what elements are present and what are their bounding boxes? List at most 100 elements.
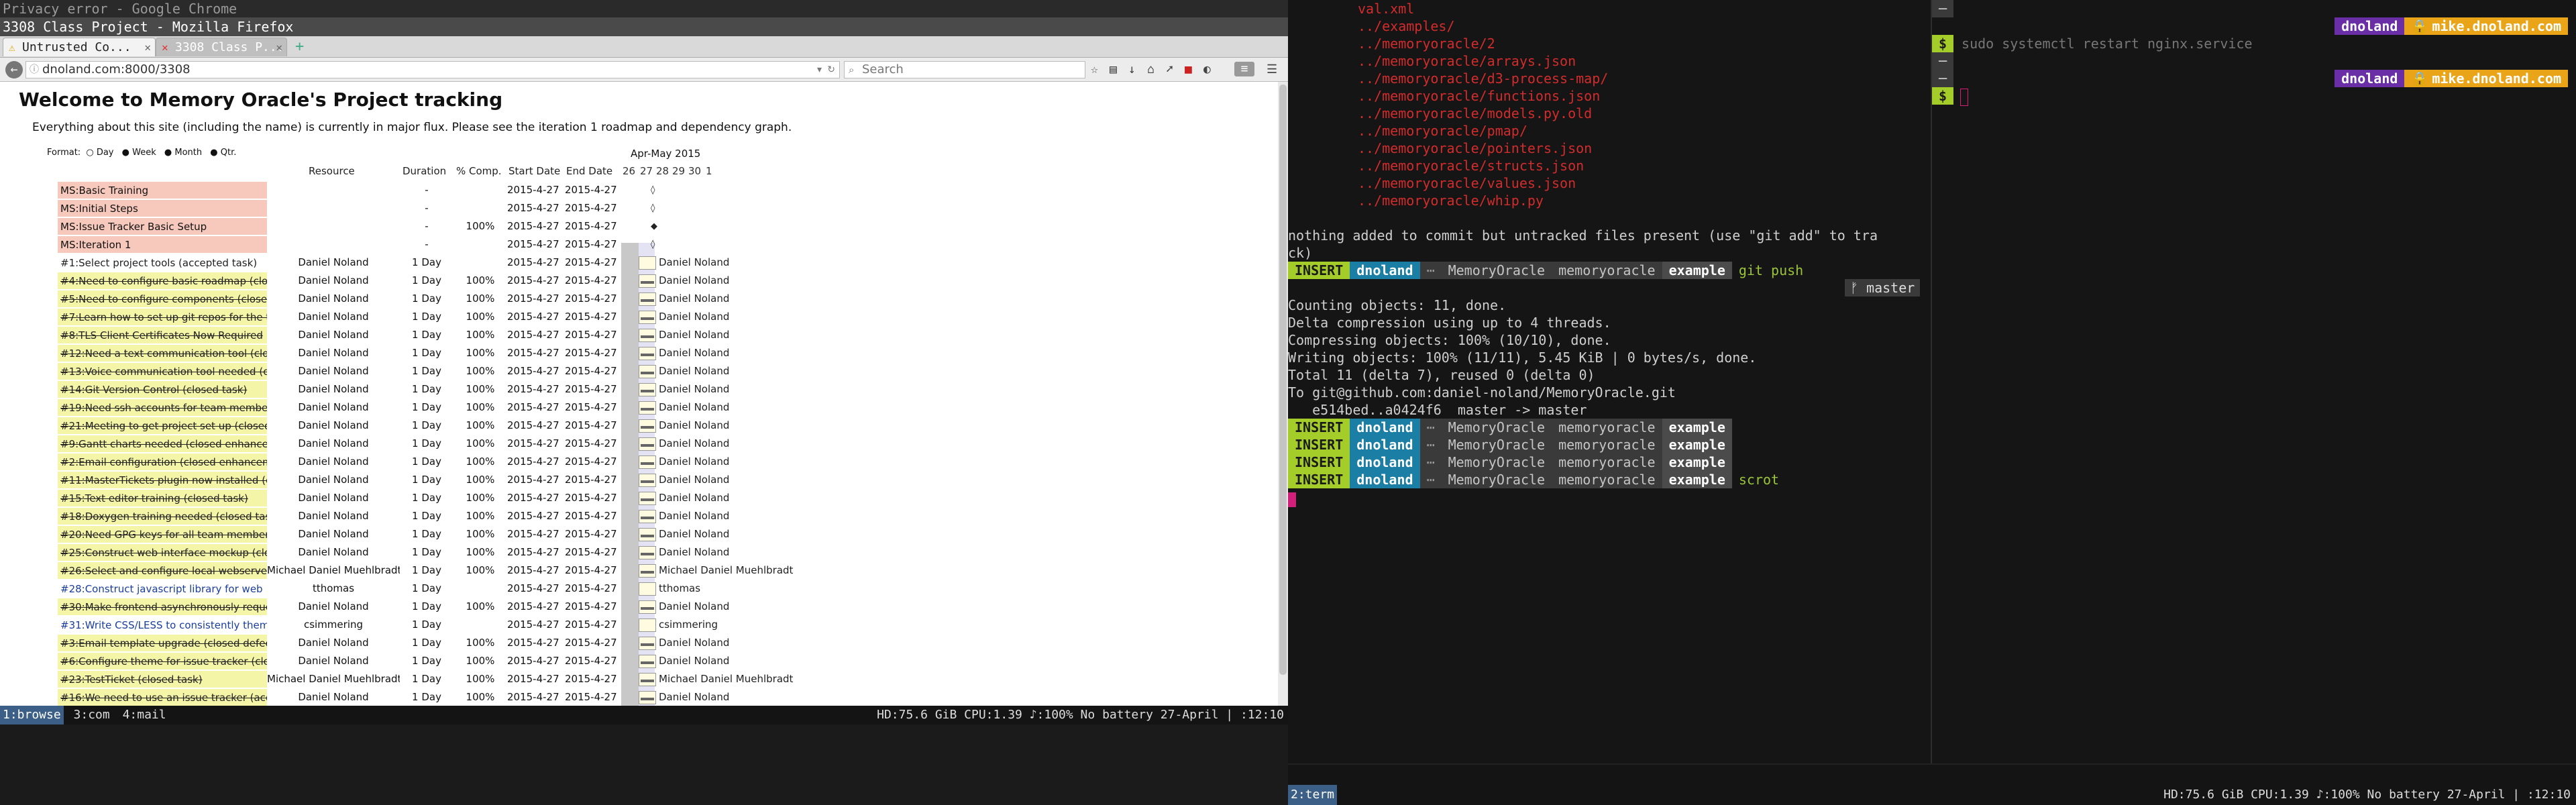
download-icon[interactable]: ↓ xyxy=(1128,63,1136,76)
system-info: HD:75.6 GiB CPU:1.39 ♪:100% No battery 2… xyxy=(877,708,1284,722)
workspace-tag-browse[interactable]: 1:browse xyxy=(0,706,64,724)
dropdown-icon[interactable]: ▾ xyxy=(817,62,822,78)
task-link[interactable]: #20:Need GPG keys for all team members xyxy=(58,526,267,543)
task-link[interactable]: #19:Need ssh accounts for team members xyxy=(58,399,267,416)
gantt-bar[interactable] xyxy=(639,637,656,650)
task-link[interactable]: #28:Construct javascript library for web xyxy=(58,580,267,597)
new-tab-icon[interactable]: + xyxy=(295,38,304,56)
url-bar[interactable]: ⓘ dnoland.com:8000/3308 ▾ ↻ xyxy=(25,61,840,78)
gantt-bar-label: Daniel Noland xyxy=(659,329,730,341)
overflow-icon[interactable]: ☰ xyxy=(1267,63,1277,76)
gantt-bar[interactable] xyxy=(639,256,656,270)
workspace-tag-com[interactable]: 3:com xyxy=(71,706,113,724)
duration-cell: - xyxy=(425,238,429,250)
bookmark-star-icon[interactable]: ☆ xyxy=(1091,63,1098,76)
format-week-radio[interactable]: ● Week xyxy=(122,148,159,158)
task-row: #15:Text editor training (closed task) Da… xyxy=(0,489,751,507)
gantt-bar[interactable] xyxy=(639,365,656,378)
format-month-radio[interactable]: ● Month xyxy=(164,148,205,158)
gantt-bar[interactable] xyxy=(639,474,656,487)
format-week-label: Week xyxy=(132,148,156,158)
close-tab-icon[interactable]: ✕ xyxy=(276,38,282,56)
workspace-tag-term[interactable]: 2:term xyxy=(1288,785,1338,805)
page-content: Welcome to Memory Oracle's Project track… xyxy=(0,82,1278,706)
scroll-thumb[interactable] xyxy=(1279,85,1287,675)
task-link[interactable]: #25:Construct web interface mockup (clos… xyxy=(58,544,267,561)
duration-cell: - xyxy=(425,184,429,196)
format-qtr-radio[interactable]: ● Qtr. xyxy=(210,148,239,158)
gantt-bar-label: Daniel Noland xyxy=(659,256,730,268)
gantt-bar[interactable] xyxy=(639,347,656,360)
task-link[interactable]: #13:Voice communication tool needed (clo… xyxy=(58,363,267,380)
task-link[interactable]: #30:Make frontend asynchronously request xyxy=(58,598,267,615)
start-date-cell: 2015-4-27 xyxy=(507,637,559,649)
task-link[interactable]: #23:TestTicket (closed task) xyxy=(58,671,267,688)
task-link[interactable]: #4:Need to configure basic roadmap (clos… xyxy=(58,272,267,289)
gantt-bar[interactable] xyxy=(639,582,656,596)
task-link[interactable]: #8:TLS Client Certificates Now Required xyxy=(58,327,267,343)
back-arrow-icon[interactable]: ← xyxy=(5,61,23,78)
gantt-bar[interactable] xyxy=(639,691,656,704)
task-link[interactable]: #12:Need a text communication tool (clos… xyxy=(58,345,267,362)
ellipsis-segment: ⋯ xyxy=(1419,471,1442,488)
task-link[interactable]: #5:Need to configure components (closed … xyxy=(58,290,267,307)
task-link[interactable]: #2:Email configuration (closed enhanceme… xyxy=(58,453,267,470)
reading-list-icon[interactable]: ▤ xyxy=(1110,63,1117,76)
home-icon[interactable]: ⌂ xyxy=(1147,63,1155,76)
task-link[interactable]: #16:We need to use an issue tracker (acc… xyxy=(58,689,267,706)
task-link[interactable]: MS:Issue Tracker Basic Setup xyxy=(58,218,267,235)
gantt-bar[interactable] xyxy=(639,564,656,578)
page-scrollbar[interactable] xyxy=(1278,82,1288,706)
gantt-bar[interactable] xyxy=(639,600,656,614)
gantt-bar[interactable] xyxy=(639,437,656,451)
task-link[interactable]: #11:MasterTickets plugin now installed (… xyxy=(58,472,267,488)
task-link[interactable]: MS:Iteration 1 xyxy=(58,236,267,253)
addon-icon[interactable]: ■ xyxy=(1185,63,1192,76)
tab-untrusted[interactable]: ⚠ Untrusted Co... ✕ xyxy=(3,38,156,56)
task-link[interactable]: MS:Initial Steps xyxy=(58,200,267,217)
task-link[interactable]: #14:Git Version Control (closed task) xyxy=(58,381,267,398)
task-link[interactable]: #18:Doxygen training needed (closed task… xyxy=(58,508,267,525)
task-link[interactable]: #31:Write CSS/LESS to consistently theme xyxy=(58,616,267,633)
terminal-left[interactable]: val.xml ../examples/../memoryoracle/2 ../m… xyxy=(1288,0,1932,765)
task-link[interactable]: #6:Configure theme for issue tracker (cl… xyxy=(58,653,267,669)
tab-class-project[interactable]: ✕ 3308 Class P... ✕ xyxy=(156,38,287,56)
gantt-bar[interactable] xyxy=(639,510,656,523)
gantt-bar[interactable] xyxy=(639,673,656,686)
close-tab-icon[interactable]: ✕ xyxy=(144,38,151,56)
gantt-bar[interactable] xyxy=(639,329,656,342)
gantt-bar[interactable] xyxy=(639,655,656,668)
duration-cell: 1 Day xyxy=(412,329,441,341)
reload-icon[interactable]: ↻ xyxy=(827,62,835,78)
task-link[interactable]: #15:Text editor training (closed task) xyxy=(58,490,267,506)
gantt-bar[interactable] xyxy=(639,311,656,324)
menu-icon[interactable]: ≡ xyxy=(1234,62,1254,76)
terminal-right[interactable]: ─ dnoland 🔒 mike.dnoland.com $ sudo systemc… xyxy=(1932,0,2576,765)
task-link[interactable]: #9:Gantt charts needed (closed enhanceme… xyxy=(58,435,267,452)
task-link[interactable]: #26:Select and configure local webserver… xyxy=(58,562,267,579)
format-day-radio[interactable]: ○ Day xyxy=(86,148,116,158)
task-link[interactable]: #3:Email template upgrade (closed defect… xyxy=(58,635,267,651)
gantt-bar[interactable] xyxy=(639,619,656,632)
gantt-bar[interactable] xyxy=(639,274,656,288)
search-input[interactable]: ⌕ Search xyxy=(844,61,1085,78)
gantt-bar[interactable] xyxy=(639,455,656,469)
gantt-bar[interactable] xyxy=(639,292,656,306)
gantt-bar[interactable] xyxy=(639,383,656,396)
task-link[interactable]: #21:Meeting to get project set up (close… xyxy=(58,417,267,434)
push-output-line: e514bed..a0424f6 master -> master xyxy=(1288,402,1587,418)
gantt-bar[interactable] xyxy=(639,419,656,433)
task-link[interactable]: MS:Basic Training xyxy=(58,182,267,199)
gantt-bar[interactable] xyxy=(639,528,656,541)
gantt-bar[interactable] xyxy=(639,492,656,505)
browser-window: Privacy error - Google Chrome 3308 Class… xyxy=(0,0,1288,706)
toggle-icon[interactable]: ◐ xyxy=(1203,63,1211,76)
gantt-bar[interactable] xyxy=(639,401,656,415)
task-link[interactable]: #1:Select project tools (accepted task) xyxy=(58,254,267,271)
workspace-tag-mail[interactable]: 4:mail xyxy=(120,706,169,724)
gantt-bar[interactable] xyxy=(639,546,656,559)
search-placeholder: Search xyxy=(862,62,904,76)
task-link[interactable]: #7:Learn how to set up git repos for the… xyxy=(58,309,267,325)
send-icon[interactable]: ➚ xyxy=(1166,63,1173,76)
gantt-bar-label: Daniel Noland xyxy=(659,401,730,413)
